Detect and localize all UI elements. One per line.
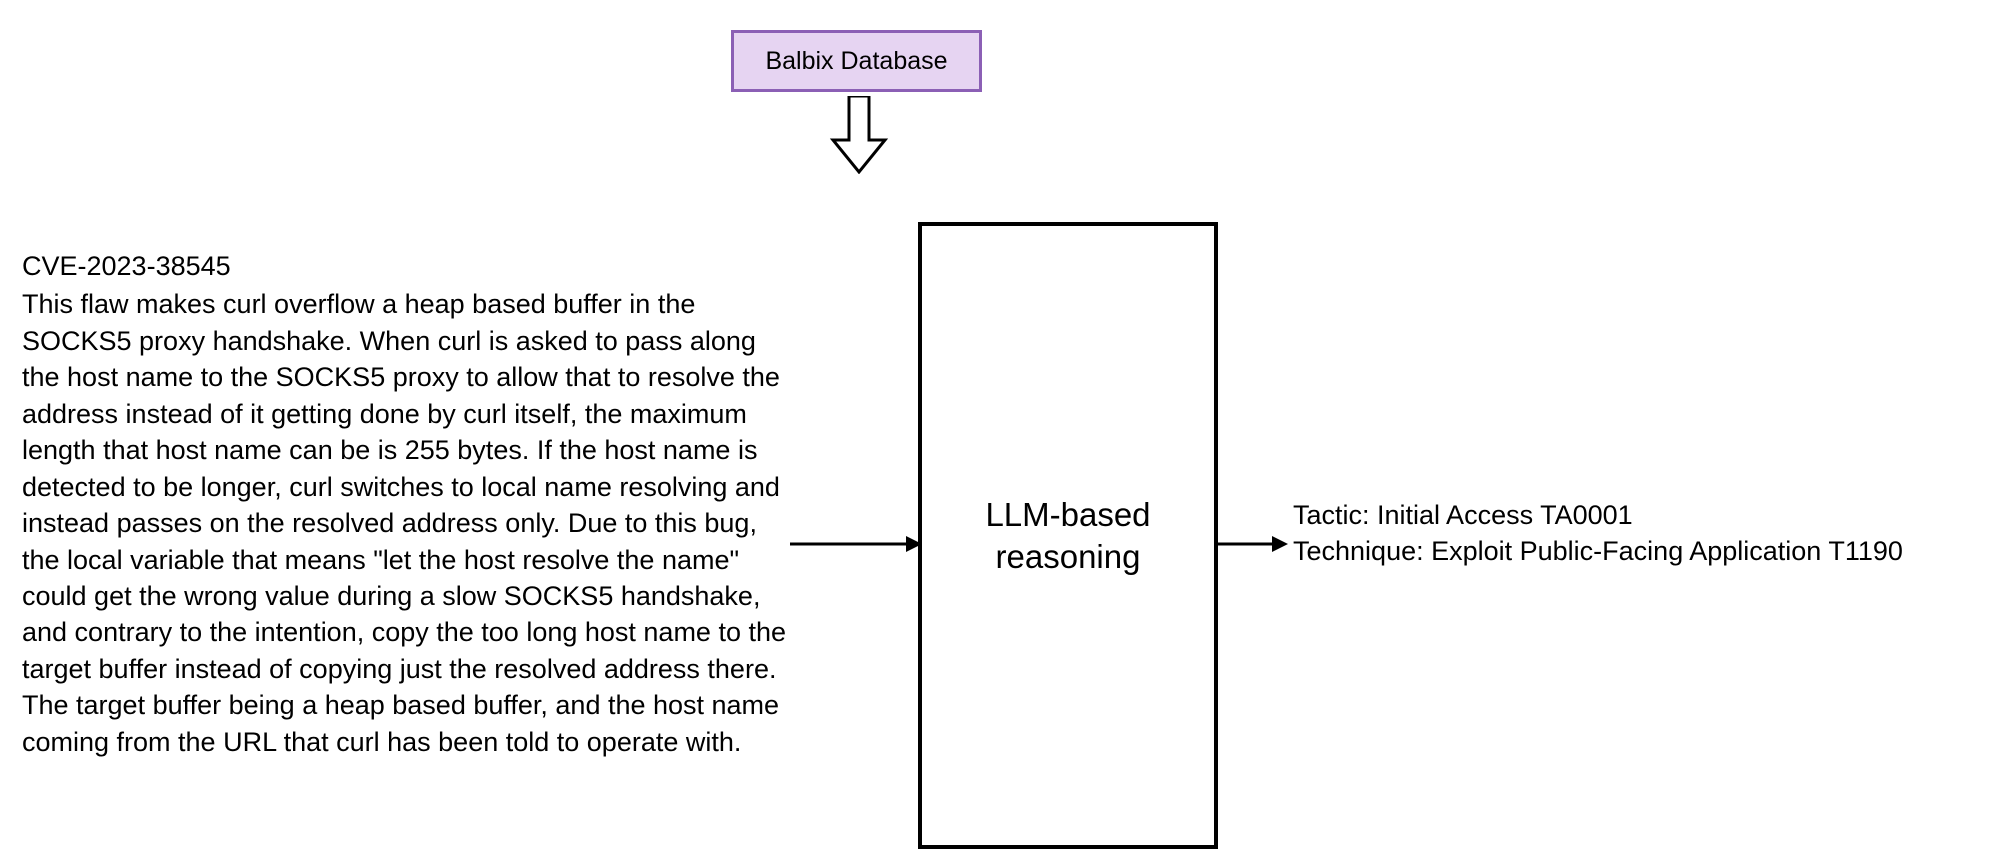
database-box: Balbix Database [731, 30, 982, 92]
reasoning-box: LLM-based reasoning [918, 222, 1218, 849]
output-technique: Technique: Exploit Public-Facing Applica… [1293, 533, 1903, 569]
reasoning-label: LLM-based reasoning [932, 494, 1204, 577]
down-arrow-icon [829, 96, 889, 174]
input-text-block: CVE-2023-38545 This flaw makes curl over… [22, 248, 790, 760]
cve-id: CVE-2023-38545 [22, 248, 790, 284]
cve-description: This flaw makes curl overflow a heap bas… [22, 289, 786, 756]
output-text-block: Tactic: Initial Access TA0001 Technique:… [1293, 497, 1903, 570]
database-label: Balbix Database [765, 47, 947, 76]
arrow-right-in-icon [790, 533, 922, 537]
output-tactic: Tactic: Initial Access TA0001 [1293, 497, 1903, 533]
arrow-right-out-icon [1218, 533, 1288, 537]
